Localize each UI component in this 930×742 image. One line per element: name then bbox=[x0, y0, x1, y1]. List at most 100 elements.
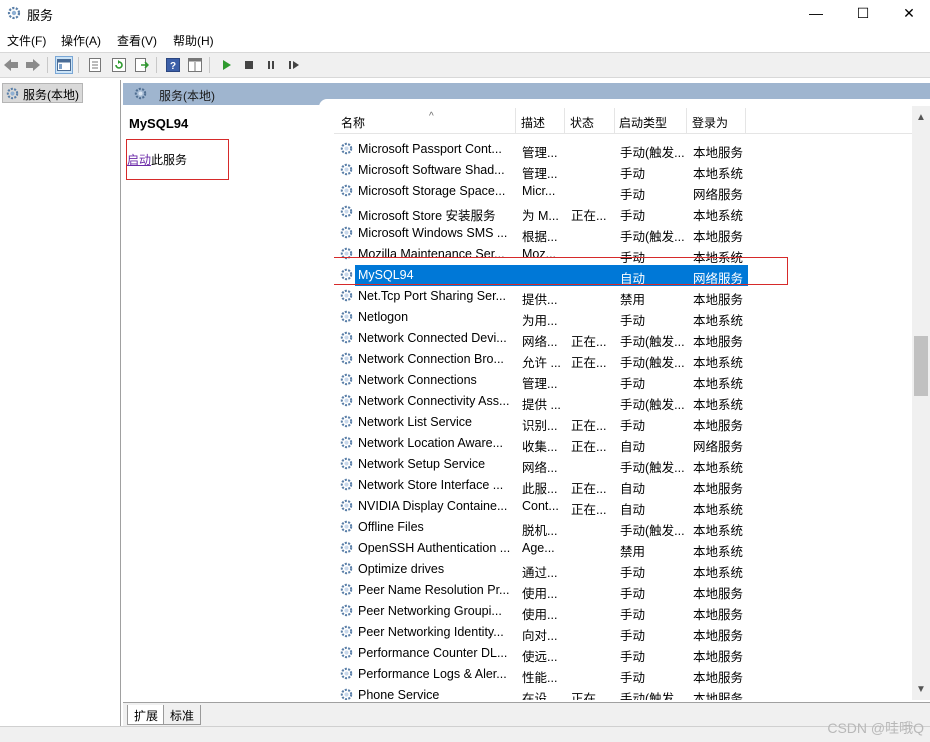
service-row[interactable]: NVIDIA Display Containe... Cont... 正在... 自动… bbox=[334, 496, 912, 517]
vertical-scrollbar[interactable]: ▲ ▼ bbox=[912, 106, 930, 700]
service-startup-type: 手动(触发... bbox=[620, 398, 685, 412]
show-hide-pane-icon[interactable] bbox=[186, 56, 204, 74]
back-arrow-icon[interactable] bbox=[2, 56, 20, 74]
scrollbar-thumb[interactable] bbox=[914, 336, 928, 396]
service-row[interactable]: Network Setup Service 网络... 手动(触发... 本地系统 bbox=[334, 454, 912, 475]
service-status: 正在... bbox=[571, 482, 607, 496]
service-row[interactable]: Peer Networking Groupi... 使用... 手动 本地服务 bbox=[334, 601, 912, 622]
service-row[interactable]: Network Connection Bro... 允许 ... 正在... 手动(触… bbox=[334, 349, 912, 370]
service-description: 管理... bbox=[522, 377, 558, 391]
console-tree-icon[interactable] bbox=[55, 56, 73, 74]
maximize-button[interactable]: ☐ bbox=[840, 0, 886, 26]
service-description: 为用... bbox=[522, 314, 558, 328]
column-name[interactable]: ^ 名称 bbox=[341, 111, 434, 131]
minimize-button[interactable]: — bbox=[793, 0, 839, 26]
service-startup-type: 手动 bbox=[620, 608, 646, 622]
export-list-icon[interactable] bbox=[133, 56, 151, 74]
column-header: ^ 名称 描述 状态 启动类型 登录为 bbox=[334, 106, 912, 134]
column-status[interactable]: 状态 bbox=[570, 114, 594, 131]
tab-standard[interactable]: 标准 bbox=[163, 705, 202, 725]
window-title: 服务 bbox=[27, 8, 54, 23]
service-name: Network Connections bbox=[358, 373, 477, 387]
properties-icon[interactable] bbox=[86, 56, 104, 74]
service-description: 根据... bbox=[522, 230, 558, 244]
column-log-on-as[interactable]: 登录为 bbox=[692, 114, 728, 131]
service-row[interactable]: Network Location Aware... 收集... 正在... 自动 网络服… bbox=[334, 433, 912, 454]
service-name: Mozilla Maintenance Ser... bbox=[358, 247, 505, 261]
service-gear-icon bbox=[339, 393, 354, 411]
service-name: Network Location Aware... bbox=[358, 436, 503, 450]
service-gear-icon bbox=[339, 225, 354, 243]
sort-ascending-icon: ^ bbox=[429, 111, 434, 122]
service-log-on-as: 本地服务 bbox=[693, 692, 744, 700]
service-description: 使用... bbox=[522, 587, 558, 601]
refresh-icon[interactable] bbox=[110, 56, 128, 74]
service-row[interactable]: Peer Name Resolution Pr... 使用... 手动 本地服务 bbox=[334, 580, 912, 601]
service-gear-icon bbox=[339, 561, 354, 579]
console-tree: 服务(本地) bbox=[0, 80, 121, 726]
close-button[interactable]: ✕ bbox=[886, 0, 930, 26]
menu-help[interactable]: 帮助(H) bbox=[173, 32, 214, 49]
service-description: Cont... bbox=[522, 499, 559, 513]
service-startup-type: 禁用 bbox=[620, 293, 646, 307]
service-description: 向对... bbox=[522, 629, 558, 643]
tree-item-services-local[interactable]: 服务(本地) bbox=[2, 83, 83, 103]
service-row[interactable]: Network List Service 识别... 正在... 手动 本地服务 bbox=[334, 412, 912, 433]
column-description[interactable]: 描述 bbox=[521, 114, 545, 131]
service-row[interactable]: Microsoft Store 安装服务 为 M... 正在... 手动 本地系统 bbox=[334, 202, 912, 223]
service-startup-type: 自动 bbox=[620, 440, 646, 454]
restart-service-icon[interactable] bbox=[285, 56, 303, 74]
service-log-on-as: 网络服务 bbox=[693, 440, 744, 454]
service-row[interactable]: Microsoft Windows SMS ... 根据... 手动(触发... 本地… bbox=[334, 223, 912, 244]
menu-file[interactable]: 文件(F) bbox=[7, 32, 46, 49]
menu-action[interactable]: 操作(A) bbox=[61, 32, 101, 49]
service-status: 正在... bbox=[571, 692, 607, 700]
start-service-action: 启动此服务 bbox=[127, 151, 187, 168]
scroll-up-arrow-icon[interactable]: ▲ bbox=[916, 112, 926, 123]
service-description: 使用... bbox=[522, 608, 558, 622]
service-row[interactable]: Microsoft Software Shad... 管理... 手动 本地系统 bbox=[334, 160, 912, 181]
service-name: Microsoft Store 安装服务 bbox=[358, 209, 496, 223]
service-row[interactable]: OpenSSH Authentication ... Age... 禁用 本地系统 bbox=[334, 538, 912, 559]
scroll-down-arrow-icon[interactable]: ▼ bbox=[916, 684, 926, 695]
service-log-on-as: 本地系统 bbox=[693, 356, 744, 370]
service-name: Phone Service bbox=[358, 688, 440, 700]
service-name: Peer Networking Identity... bbox=[358, 625, 504, 639]
service-row[interactable]: MySQL94 自动 网络服务 bbox=[334, 265, 912, 286]
service-row[interactable]: Performance Counter DL... 使远... 手动 本地服务 bbox=[334, 643, 912, 664]
status-bar bbox=[0, 726, 930, 742]
forward-arrow-icon[interactable] bbox=[24, 56, 42, 74]
menu-view[interactable]: 查看(V) bbox=[117, 32, 157, 49]
service-description: 网络... bbox=[522, 335, 558, 349]
service-row[interactable]: Microsoft Storage Space... Micr... 手动 网络服务 bbox=[334, 181, 912, 202]
service-row[interactable]: Performance Logs & Aler... 性能... 手动 本地服务 bbox=[334, 664, 912, 685]
service-row[interactable]: Network Connected Devi... 网络... 正在... 手动(触发… bbox=[334, 328, 912, 349]
service-row[interactable]: Netlogon 为用... 手动 本地系统 bbox=[334, 307, 912, 328]
pause-service-icon[interactable] bbox=[262, 56, 280, 74]
help-icon[interactable]: ? bbox=[164, 56, 182, 74]
service-row[interactable]: Net.Tcp Port Sharing Ser... 提供... 禁用 本地服务 bbox=[334, 286, 912, 307]
service-row[interactable]: Network Connections 管理... 手动 本地系统 bbox=[334, 370, 912, 391]
service-row[interactable]: Network Connectivity Ass... 提供 ... 手动(触发..… bbox=[334, 391, 912, 412]
service-gear-icon bbox=[339, 582, 354, 600]
service-row[interactable]: Peer Networking Identity... 向对... 手动 本地服务 bbox=[334, 622, 912, 643]
stop-service-icon[interactable] bbox=[240, 56, 258, 74]
service-gear-icon bbox=[339, 624, 354, 642]
start-service-icon[interactable] bbox=[217, 56, 235, 74]
service-gear-icon bbox=[339, 204, 354, 222]
start-service-link[interactable]: 启动 bbox=[127, 153, 151, 167]
service-row[interactable]: Optimize drives 通过... 手动 本地系统 bbox=[334, 559, 912, 580]
tab-extended[interactable]: 扩展 bbox=[127, 705, 166, 725]
view-tabs: 扩展 标准 bbox=[123, 702, 930, 726]
service-description: 管理... bbox=[522, 167, 558, 181]
service-name: Optimize drives bbox=[358, 562, 445, 576]
service-startup-type: 手动 bbox=[620, 314, 646, 328]
column-startup-type[interactable]: 启动类型 bbox=[619, 114, 667, 131]
service-gear-icon bbox=[339, 645, 354, 663]
service-row[interactable]: Microsoft Passport Cont... 管理... 手动(触发... 本… bbox=[334, 139, 912, 160]
service-log-on-as: 网络服务 bbox=[693, 188, 744, 202]
service-row[interactable]: Network Store Interface ... 此服... 正在... 自动 本… bbox=[334, 475, 912, 496]
service-row[interactable]: Offline Files 脱机... 手动(触发... 本地系统 bbox=[334, 517, 912, 538]
service-row[interactable]: Mozilla Maintenance Ser... Moz... 手动 本地系统 bbox=[334, 244, 912, 265]
service-row[interactable]: Phone Service 在设... 正在... 手动(触发... 本地服务 bbox=[334, 685, 912, 700]
